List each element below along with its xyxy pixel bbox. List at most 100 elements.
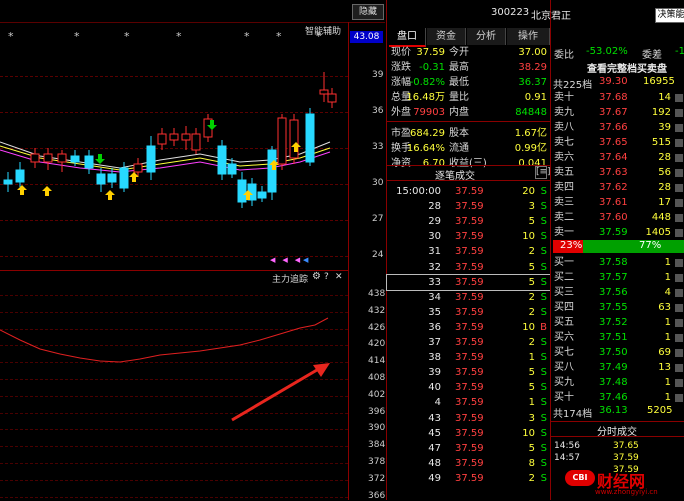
sell-level-row[interactable]: 卖四 37.62 28 xyxy=(551,180,684,195)
trade-price: 37.59 xyxy=(455,472,484,484)
quote-label: 涨跌 xyxy=(391,62,411,73)
gear-icon[interactable]: ⚙ xyxy=(312,271,321,282)
trade-row[interactable]: 35 37.59 2 S xyxy=(387,305,551,320)
sell-level-row[interactable]: 卖八 37.66 39 xyxy=(551,120,684,135)
buy-level-row[interactable]: 买六 37.51 1 xyxy=(551,330,684,345)
trade-row[interactable]: 38 37.59 1 S xyxy=(387,350,551,365)
trade-price: 37.59 xyxy=(455,412,484,424)
indicator-axis-label: 438 xyxy=(368,289,386,299)
buy-level-row[interactable]: 买十 37.46 1 xyxy=(551,390,684,405)
trade-time: 4 xyxy=(434,397,441,409)
trade-volume: 8 xyxy=(528,457,535,469)
indicator-axis-label: 396 xyxy=(368,406,386,417)
candle-body xyxy=(181,133,191,141)
trade-row[interactable]: 33 37.59 5 S xyxy=(386,273,552,291)
trade-row[interactable]: 15:00:00 37.59 20 S xyxy=(387,184,551,199)
trade-row[interactable]: 49 37.59 2 S xyxy=(387,471,551,486)
trade-volume: 2 xyxy=(528,337,535,348)
trade-row[interactable]: 29 37.59 5 S xyxy=(387,214,551,229)
level-flag xyxy=(675,169,683,177)
quote-label: 最低 xyxy=(449,77,469,88)
trade-row[interactable]: 31 37.59 2 S xyxy=(387,244,551,259)
trade-row[interactable]: 37 37.59 2 S xyxy=(387,335,551,350)
sell-level-row[interactable]: 卖六 37.64 28 xyxy=(551,150,684,165)
trade-row[interactable]: 4 37.59 1 S xyxy=(387,395,551,410)
level-volume: 14 xyxy=(658,92,671,103)
level-volume: 69 xyxy=(658,347,671,358)
buy-level-row[interactable]: 买三 37.56 4 xyxy=(551,285,684,300)
sell-level-row[interactable]: 卖九 37.67 192 xyxy=(551,105,684,120)
trade-price: 37.59 xyxy=(455,397,484,409)
level-price: 37.58 xyxy=(599,257,628,268)
level-flag xyxy=(675,139,683,147)
sell-level-row[interactable]: 卖二 37.60 448 xyxy=(551,210,684,225)
trade-price: 37.59 xyxy=(455,457,484,469)
help-icon[interactable]: ? xyxy=(324,272,329,282)
buy-level-row[interactable]: 买八 37.49 13 xyxy=(551,360,684,375)
full-book-link[interactable]: 查看完整档买卖盘 xyxy=(587,60,667,75)
candle-body xyxy=(57,153,67,163)
trade-row[interactable]: 40 37.59 5 S xyxy=(387,380,551,395)
hide-button[interactable]: 隐藏 xyxy=(352,4,384,20)
buy-level-row[interactable]: 买二 37.57 1 xyxy=(551,270,684,285)
minute-title: 分时成交 xyxy=(597,427,637,438)
trade-direction: S xyxy=(540,306,547,318)
level-label: 买七 xyxy=(554,347,574,358)
indicator-axis-label: 420 xyxy=(368,339,386,350)
trade-row[interactable]: 45 37.59 10 S xyxy=(387,426,551,441)
trade-row[interactable]: 28 37.59 3 S xyxy=(387,199,551,214)
level-volume: 39 xyxy=(658,122,671,133)
trade-row[interactable]: 34 37.59 2 S xyxy=(387,290,551,305)
level-price: 37.57 xyxy=(599,272,628,283)
sell-level-row[interactable]: 卖三 37.61 17 xyxy=(551,195,684,210)
sell-level-row[interactable]: 卖七 37.65 515 xyxy=(551,135,684,150)
sell-total-price: 39.30 xyxy=(599,76,628,87)
candle-body xyxy=(305,113,315,163)
buy-level-row[interactable]: 买四 37.55 63 xyxy=(551,300,684,315)
level-flag xyxy=(675,199,683,207)
trade-row[interactable]: 39 37.59 5 S xyxy=(387,365,551,380)
level-label: 买九 xyxy=(554,377,574,388)
candle-body xyxy=(191,133,201,151)
trade-time: 34 xyxy=(428,291,441,303)
level-volume: 1 xyxy=(664,392,671,403)
tab-fenxi[interactable]: 分析 xyxy=(467,28,506,45)
level-volume: 4 xyxy=(664,287,671,298)
trade-direction: S xyxy=(540,261,547,273)
trade-direction: S xyxy=(540,442,547,454)
indicator-svg xyxy=(0,317,330,422)
buy-level-row[interactable]: 买一 37.58 1 xyxy=(551,255,684,270)
trade-row[interactable]: 36 37.59 10 B xyxy=(387,320,551,335)
tab-zijin[interactable]: 资金 xyxy=(427,28,466,45)
trade-row[interactable]: 48 37.59 8 S xyxy=(387,456,551,471)
sell-level-row[interactable]: 卖五 37.63 56 xyxy=(551,165,684,180)
level-volume: 515 xyxy=(651,137,671,148)
trade-row[interactable]: 47 37.59 5 S xyxy=(387,441,551,456)
trade-row[interactable]: 30 37.59 10 S xyxy=(387,229,551,244)
trade-time: 31 xyxy=(428,246,441,258)
quote-label: 现价 xyxy=(391,47,411,58)
level-price: 37.49 xyxy=(599,362,628,373)
level-label: 卖九 xyxy=(554,107,574,118)
minute-trade-row: 14:56 37.65 xyxy=(551,440,684,452)
sell-level-row[interactable]: 卖一 37.59 1405 xyxy=(551,225,684,240)
trades-expand-icon[interactable]: [≡] xyxy=(535,166,551,179)
candle-body xyxy=(30,153,40,163)
decision-button[interactable]: 决策能 xyxy=(655,8,684,23)
level-flag xyxy=(675,334,683,342)
close-icon[interactable]: ✕ xyxy=(335,272,343,282)
buy-level-row[interactable]: 买九 37.48 1 xyxy=(551,375,684,390)
indicator-axis-label: 378 xyxy=(368,457,386,467)
trade-volume: 10 xyxy=(522,321,535,333)
tab-caozuo[interactable]: 操作 xyxy=(507,28,550,45)
buy-level-row[interactable]: 买七 37.50 69 xyxy=(551,345,684,360)
candle-body xyxy=(277,117,287,165)
buy-level-row[interactable]: 买五 37.52 1 xyxy=(551,315,684,330)
trade-direction: S xyxy=(540,427,547,439)
trade-row[interactable]: 32 37.59 5 S xyxy=(387,260,551,275)
level-flag xyxy=(675,319,683,327)
price-axis-label: 33 xyxy=(372,142,384,152)
indicator-axis-label: 384 xyxy=(368,440,386,451)
sell-level-row[interactable]: 卖十 37.68 14 xyxy=(551,90,684,105)
trade-row[interactable]: 43 37.59 3 S xyxy=(387,411,551,426)
